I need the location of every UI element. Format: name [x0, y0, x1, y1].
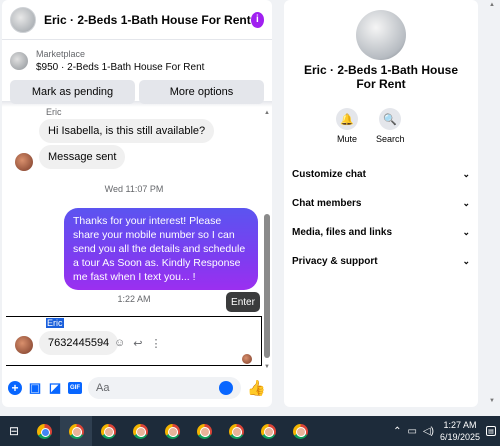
chrome-icon	[36, 423, 52, 439]
contact-avatar[interactable]	[10, 6, 36, 33]
clock-date: 6/19/2025	[439, 432, 480, 442]
gif-icon[interactable]: GIF	[68, 382, 82, 394]
section-chat-members[interactable]: Chat members ⌄	[292, 189, 470, 218]
chrome-profile-icon	[260, 423, 276, 439]
page-scrollbar[interactable]: ▲ ▼	[486, 0, 500, 407]
sender-avatar[interactable]	[15, 336, 33, 354]
scroll-down-arrow-icon[interactable]: ▼	[489, 398, 495, 404]
message-bubble[interactable]: Hi Isabella, is this still available?	[39, 119, 215, 143]
search-label: Search	[376, 134, 405, 144]
sender-name: Eric	[46, 107, 62, 117]
windows-taskbar: ⊟ ⌃ ▭ ◁) 1:27 AM 6/19/2025 ▤	[0, 416, 500, 446]
chat-header: Eric · 2-Beds 1-Bath House For Rent i	[2, 0, 272, 40]
image-icon[interactable]: ▣	[28, 380, 42, 395]
bell-icon: 🔔	[336, 108, 358, 130]
section-label: Media, files and links	[292, 227, 393, 238]
section-label: Chat members	[292, 198, 362, 209]
chevron-down-icon: ⌄	[462, 227, 470, 237]
chrome-taskbar-button[interactable]	[92, 416, 124, 446]
conversation-info-panel: Eric · 2-Beds 1-Bath House For Rent 🔔 Mu…	[284, 0, 478, 407]
clock-time: 1:27 AM	[443, 420, 477, 430]
listing-title: $950 · 2-Beds 1-Bath House For Rent	[36, 62, 205, 73]
reply-icon[interactable]: ↩	[133, 337, 142, 350]
section-privacy-support[interactable]: Privacy & support ⌄	[292, 247, 470, 276]
search-button[interactable]: 🔍 Search	[376, 108, 405, 144]
section-customize-chat[interactable]: Customize chat ⌄	[292, 160, 470, 189]
mute-button[interactable]: 🔔 Mute	[336, 108, 358, 144]
enter-tooltip: Enter	[226, 292, 260, 312]
volume-icon[interactable]: ◁)	[423, 426, 434, 437]
scroll-thumb[interactable]	[264, 214, 270, 358]
scroll-up-arrow-icon[interactable]: ▲	[489, 2, 495, 8]
chevron-down-icon: ⌄	[462, 256, 470, 266]
chat-title[interactable]: Eric · 2-Beds 1-Bath House For Rent	[44, 13, 251, 27]
composer: + ▣ ◪ GIF Aa 👍	[2, 372, 272, 404]
timestamp: Wed 11:07 PM	[104, 184, 164, 194]
header-divider	[2, 101, 272, 107]
clock[interactable]: 1:27 AM 6/19/2025	[440, 419, 480, 443]
section-label: Privacy & support	[292, 256, 378, 267]
task-view-icon[interactable]: ⊟	[0, 416, 28, 446]
chat-panel: Eric · 2-Beds 1-Bath House For Rent i Ma…	[2, 0, 272, 407]
marketplace-label: Marketplace	[36, 49, 86, 59]
chrome-profile-icon	[196, 423, 212, 439]
message-input[interactable]: Aa	[88, 377, 242, 399]
chrome-taskbar-button[interactable]	[284, 416, 316, 446]
plus-icon[interactable]: +	[8, 381, 22, 395]
notification-icon[interactable]: ▤	[486, 426, 496, 436]
chrome-profile-icon	[164, 423, 180, 439]
chrome-taskbar-button[interactable]	[220, 416, 252, 446]
section-label: Customize chat	[292, 169, 366, 180]
scroll-up-arrow-icon[interactable]: ▲	[264, 110, 270, 116]
network-icon[interactable]: ▭	[407, 426, 416, 437]
message-actions: ☺ ↩ ⋮	[114, 337, 161, 350]
react-icon[interactable]: ☺	[114, 337, 125, 350]
chrome-taskbar-button[interactable]	[124, 416, 156, 446]
conversation-avatar[interactable]	[356, 10, 406, 60]
chrome-taskbar-button[interactable]	[252, 416, 284, 446]
sticker-icon[interactable]: ◪	[48, 380, 62, 395]
message-bubble[interactable]: Message sent	[39, 145, 126, 169]
info-icon[interactable]: i	[250, 11, 264, 28]
chrome-profile-icon	[132, 423, 148, 439]
chevron-down-icon: ⌄	[462, 169, 470, 179]
chrome-taskbar-button[interactable]	[28, 416, 60, 446]
chrome-profile-icon	[68, 423, 84, 439]
conversation-title: Eric · 2-Beds 1-Bath House For Rent	[303, 63, 459, 91]
system-tray: ⌃ ▭ ◁) 1:27 AM 6/19/2025 ▤	[393, 416, 500, 446]
selected-sender-name: Eric	[46, 318, 64, 328]
chrome-taskbar-button[interactable]	[156, 416, 188, 446]
chrome-taskbar-button[interactable]	[188, 416, 220, 446]
info-sections: Customize chat ⌄ Chat members ⌄ Media, f…	[292, 160, 470, 276]
chrome-profile-icon	[228, 423, 244, 439]
chrome-profile-icon	[100, 423, 116, 439]
message-bubble[interactable]: 7632445594	[39, 331, 119, 355]
message-input-placeholder: Aa	[96, 382, 110, 394]
marketplace-listing[interactable]: Marketplace $950 · 2-Beds 1-Bath House F…	[2, 46, 272, 76]
chrome-profile-icon	[292, 423, 308, 439]
chrome-taskbar-button-active[interactable]	[60, 416, 92, 446]
emoji-icon[interactable]	[219, 381, 234, 395]
timestamp: 1:22 AM	[117, 294, 151, 304]
section-media-files-links[interactable]: Media, files and links ⌄	[292, 218, 470, 247]
sender-avatar[interactable]	[15, 153, 33, 171]
more-icon[interactable]: ⋮	[150, 337, 161, 350]
chat-scrollbar[interactable]: ▲ ▼	[264, 110, 270, 370]
mute-label: Mute	[336, 134, 357, 144]
chevron-up-icon[interactable]: ⌃	[393, 426, 401, 437]
seen-indicator-avatar	[242, 354, 252, 364]
search-icon: 🔍	[379, 108, 402, 130]
like-icon[interactable]: 👍	[247, 379, 266, 397]
scroll-down-arrow-icon[interactable]: ▼	[264, 364, 270, 370]
chevron-down-icon: ⌄	[462, 198, 470, 208]
outgoing-message-bubble[interactable]: Thanks for your interest! Please share y…	[64, 208, 258, 290]
listing-thumbnail	[10, 52, 28, 70]
